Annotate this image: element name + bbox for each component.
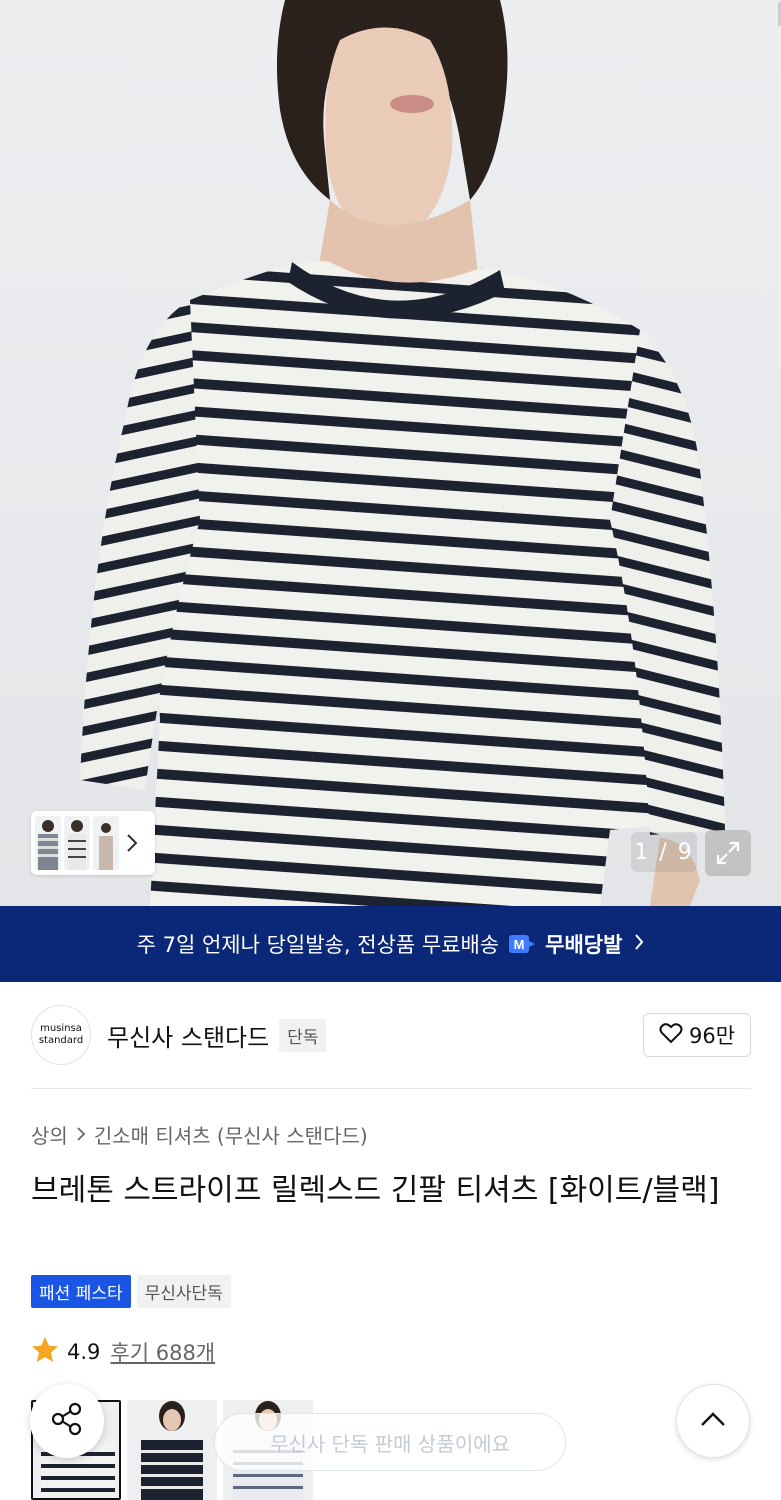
brand-logo[interactable]: musinsa standard bbox=[31, 1005, 91, 1065]
delivery-promo-banner[interactable]: 주 7일 언제나 당일발송, 전상품 무료배송 M 무배당발 bbox=[0, 906, 781, 982]
exclusive-badge: 단독 bbox=[279, 1018, 327, 1052]
rating-score: 4.9 bbox=[67, 1340, 101, 1364]
m-badge-icon: M bbox=[509, 933, 536, 955]
brand-logo-line1: musinsa bbox=[40, 1023, 82, 1034]
reviews-link[interactable]: 후기 688개 bbox=[110, 1337, 215, 1367]
breadcrumb-item[interactable]: 긴소매 티셔츠 (무신사 스탠다드) bbox=[94, 1120, 368, 1149]
chevron-right-icon[interactable] bbox=[122, 816, 142, 870]
divider bbox=[31, 1088, 751, 1089]
breadcrumb: 상의 긴소매 티셔츠 (무신사 스탠다드) bbox=[31, 1120, 368, 1149]
like-button[interactable]: 96만 bbox=[643, 1013, 751, 1057]
product-tags: 패션 페스타 무신사단독 bbox=[31, 1275, 231, 1308]
musinsa-exclusive-tag: 무신사단독 bbox=[136, 1275, 231, 1308]
rating-row: 4.9 후기 688개 bbox=[31, 1336, 215, 1368]
chevron-right-icon bbox=[76, 1123, 86, 1147]
svg-text:M: M bbox=[514, 937, 525, 952]
gallery-thumbnail[interactable] bbox=[93, 816, 119, 870]
brand-logo-line2: standard bbox=[38, 1035, 84, 1046]
product-image-gallery[interactable]: 1 / 9 bbox=[0, 0, 781, 906]
chevron-right-icon bbox=[634, 932, 644, 957]
expand-icon[interactable] bbox=[705, 830, 751, 876]
heart-icon bbox=[659, 1022, 683, 1049]
brand-row[interactable]: musinsa standard 무신사 스탠다드 단독 96만 bbox=[31, 1005, 751, 1065]
product-title: 브레톤 스트라이프 릴렉스드 긴팔 티셔츠 [화이트/블랙] bbox=[31, 1173, 720, 1208]
share-icon bbox=[49, 1401, 85, 1441]
chevron-up-icon bbox=[700, 1411, 726, 1431]
gallery-thumbnail[interactable] bbox=[64, 816, 90, 870]
star-icon bbox=[31, 1336, 59, 1368]
breadcrumb-item[interactable]: 상의 bbox=[31, 1120, 68, 1149]
share-button[interactable] bbox=[30, 1384, 104, 1458]
product-photo bbox=[80, 0, 725, 906]
scroll-top-button[interactable] bbox=[676, 1384, 750, 1458]
brand-name[interactable]: 무신사 스탠다드 bbox=[107, 1018, 269, 1053]
fashion-festa-tag: 패션 페스타 bbox=[31, 1275, 131, 1308]
promo-service-name: 무배당발 bbox=[545, 933, 623, 957]
color-option-black-white[interactable] bbox=[127, 1400, 217, 1500]
promo-text: 주 7일 언제나 당일발송, 전상품 무료배송 bbox=[136, 933, 500, 957]
gallery-page-counter: 1 / 9 bbox=[631, 832, 697, 872]
gallery-thumbnail[interactable] bbox=[35, 816, 61, 870]
exclusive-toast: 무신사 단독 판매 상품이에요 bbox=[214, 1413, 566, 1471]
gallery-thumbnail-strip[interactable] bbox=[31, 811, 155, 875]
like-count: 96만 bbox=[688, 1024, 736, 1048]
